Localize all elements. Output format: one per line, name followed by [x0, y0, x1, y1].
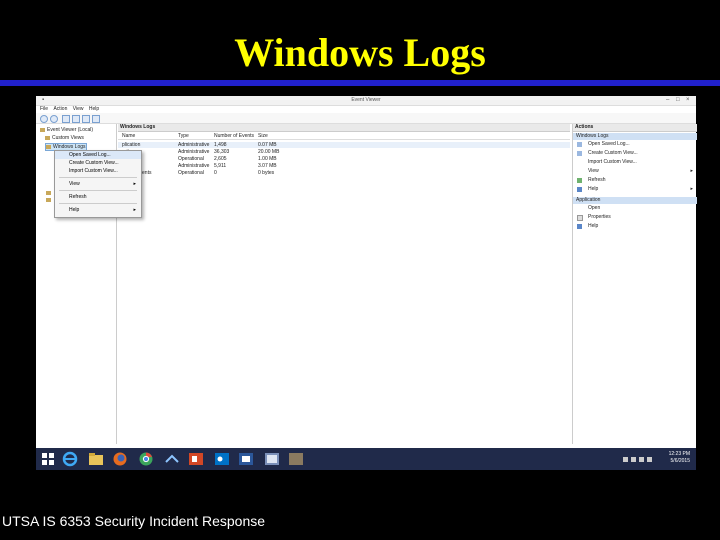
system-tray-icons[interactable]	[621, 451, 661, 467]
tree-item-collapsed-2[interactable]	[46, 197, 53, 203]
table-row[interactable]: arded Events Operational 0 0 bytes	[118, 170, 570, 176]
chrome-icon[interactable]	[138, 451, 154, 467]
console-icon[interactable]	[92, 115, 100, 123]
help-icon	[577, 224, 582, 229]
help-icon[interactable]	[82, 115, 90, 123]
table-row[interactable]: plication Administrative 1,498 0.07 MB	[118, 142, 570, 148]
menu-separator	[59, 203, 137, 204]
title-rule	[0, 80, 720, 86]
properties-icon[interactable]	[72, 115, 80, 123]
table-row[interactable]: urity Administrative 36,303 20.00 MB	[118, 149, 570, 155]
action-view[interactable]: View ▸	[573, 167, 697, 176]
tree-item-custom-views[interactable]: Custom Views	[45, 135, 84, 141]
event-viewer-taskbar-icon[interactable]	[264, 451, 280, 467]
internet-explorer-icon[interactable]	[62, 451, 78, 467]
menu-file[interactable]: File	[40, 106, 48, 112]
windows-start-icon[interactable]	[40, 451, 56, 467]
actions-pane: Actions Windows Logs Open Saved Log... C…	[572, 124, 697, 444]
menu-separator	[59, 177, 137, 178]
file-explorer-icon[interactable]	[88, 451, 104, 467]
taskbar: 12:23 PM 5/6/2015	[36, 448, 696, 470]
chevron-right-icon: ▸	[690, 186, 693, 192]
close-button[interactable]: ×	[686, 97, 690, 103]
minimize-button[interactable]: –	[666, 97, 669, 103]
folder-icon	[46, 197, 51, 202]
column-headers: Name Type Number of Events Size	[118, 133, 570, 140]
folder-icon	[46, 144, 51, 149]
column-number-of-events[interactable]: Number of Events	[214, 133, 254, 139]
context-item-refresh[interactable]: Refresh	[55, 193, 141, 201]
outlook-icon[interactable]	[214, 451, 230, 467]
menu-action[interactable]: Action	[53, 106, 67, 112]
actions-header: Actions	[573, 124, 697, 132]
app-icon: ▪	[42, 97, 45, 103]
actions-section-application[interactable]: Application	[573, 197, 697, 204]
folder-icon	[45, 135, 50, 140]
context-item-create-custom-view[interactable]: Create Custom View...	[55, 159, 141, 167]
pane-header: Windows Logs	[118, 124, 570, 132]
tree-item-collapsed-1[interactable]	[46, 190, 53, 196]
action-open-saved-log[interactable]: Open Saved Log...	[573, 140, 697, 149]
slide-title: Windows Logs	[234, 30, 486, 75]
context-menu: Open Saved Log... Create Custom View... …	[54, 150, 142, 218]
actions-section-windows-logs[interactable]: Windows Logs	[573, 133, 697, 140]
window-titlebar: Event Viewer ▪ – □ ×	[36, 96, 696, 106]
event-viewer-icon	[40, 127, 45, 132]
maximize-button[interactable]: □	[676, 97, 680, 103]
chevron-right-icon: ▸	[133, 181, 136, 187]
column-size[interactable]: Size	[258, 133, 268, 139]
log-list-pane: Windows Logs Name Type Number of Events …	[118, 124, 570, 444]
column-type[interactable]: Type	[178, 133, 189, 139]
action-help-application[interactable]: Help	[573, 222, 697, 231]
firefox-icon[interactable]	[112, 451, 128, 467]
powerpoint-icon[interactable]	[188, 451, 204, 467]
taskbar-clock[interactable]: 12:23 PM 5/6/2015	[669, 451, 690, 465]
action-import-custom-view[interactable]: Import Custom View...	[573, 158, 697, 167]
window-title: Event Viewer	[351, 97, 381, 103]
network-icon[interactable]	[164, 451, 180, 467]
back-icon[interactable]	[40, 115, 48, 123]
menu-bar: File Action View Help	[36, 106, 696, 113]
desktop-thumbnail-icon[interactable]	[288, 451, 304, 467]
properties-icon	[577, 215, 583, 221]
action-refresh[interactable]: Refresh	[573, 176, 697, 185]
action-create-custom-view[interactable]: Create Custom View...	[573, 149, 697, 158]
context-item-open-saved-log[interactable]: Open Saved Log...	[55, 151, 141, 159]
menu-view[interactable]: View	[73, 106, 84, 112]
folder-icon	[46, 190, 51, 195]
folder-icon[interactable]	[62, 115, 70, 123]
action-open[interactable]: Open	[573, 204, 697, 213]
menu-separator	[59, 190, 137, 191]
context-item-import-custom-view[interactable]: Import Custom View...	[55, 167, 141, 175]
context-item-help[interactable]: Help ▸	[55, 206, 141, 214]
column-name[interactable]: Name	[122, 133, 135, 139]
action-properties[interactable]: Properties	[573, 213, 697, 222]
word-icon[interactable]	[238, 451, 254, 467]
slide-footer: UTSA IS 6353 Security Incident Response	[2, 513, 266, 529]
forward-icon[interactable]	[50, 115, 58, 123]
help-icon	[577, 187, 582, 192]
open-icon	[577, 142, 582, 147]
toolbar	[36, 113, 696, 124]
tree-item-event-viewer[interactable]: Event Viewer (Local)	[40, 127, 93, 133]
clock-time: 12:23 PM	[668, 451, 690, 457]
chevron-right-icon: ▸	[690, 168, 693, 174]
filter-icon	[577, 151, 582, 156]
chevron-right-icon: ▸	[133, 207, 136, 213]
clock-date: 5/6/2015	[670, 458, 690, 464]
refresh-icon	[577, 178, 582, 183]
action-help[interactable]: Help ▸	[573, 185, 697, 194]
context-item-view[interactable]: View ▸	[55, 180, 141, 188]
table-row[interactable]: em Administrative 5,911 3.07 MB	[118, 163, 570, 169]
table-row[interactable]: up Operational 2,605 1.00 MB	[118, 156, 570, 162]
menu-help[interactable]: Help	[89, 106, 99, 112]
